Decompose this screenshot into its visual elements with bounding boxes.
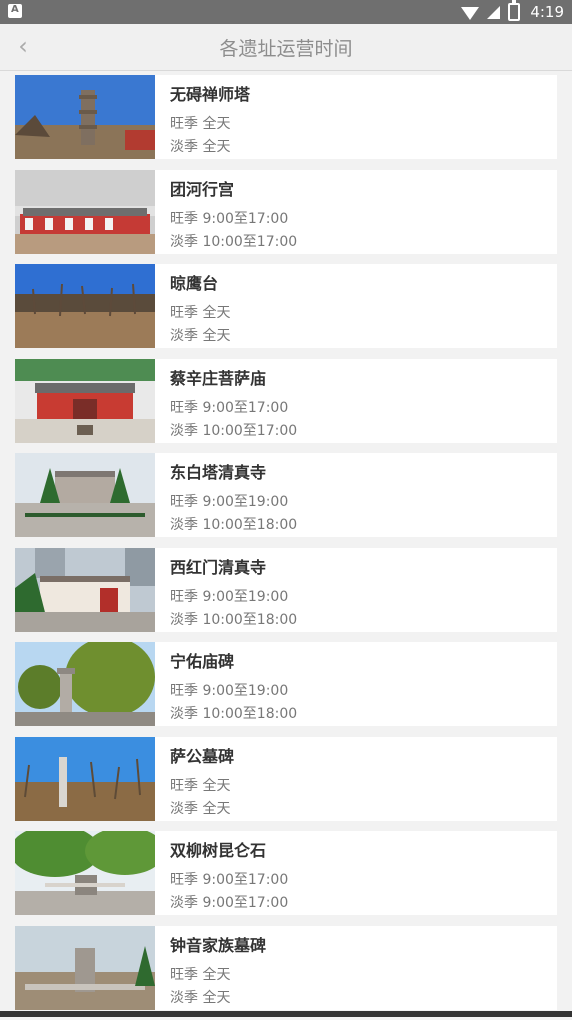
peak-hours: 旺季 9:00至19:00	[170, 588, 289, 605]
status-icons: 4:19	[461, 0, 564, 24]
site-photo	[15, 75, 155, 159]
site-name: 晾鹰台	[170, 274, 219, 293]
off-hours: 淡季 10:00至18:00	[170, 706, 298, 722]
site-name: 宁佑庙碑	[170, 652, 235, 671]
site-name: 双柳树昆仑石	[170, 841, 267, 860]
site-list: 无碍禅师塔 旺季 全天 淡季 全天 团河行宫 旺季 9:00至17:00 淡季 …	[15, 75, 557, 1020]
peak-hours: 旺季 9:00至19:00	[170, 494, 289, 510]
site-photo	[15, 642, 155, 726]
off-hours: 淡季 10:00至18:00	[170, 517, 298, 533]
status-bar: A 4:19	[0, 0, 572, 24]
site-name: 东白塔清真寺	[170, 463, 267, 482]
off-hours: 淡季 10:00至18:00	[170, 611, 298, 628]
site-card[interactable]: 钟音家族墓碑 旺季 全天 淡季 全天	[15, 925, 557, 1010]
site-card[interactable]: 团河行宫 旺季 9:00至17:00 淡季 10:00至17:00	[15, 169, 557, 254]
site-photo	[15, 264, 155, 348]
wifi-icon	[461, 7, 480, 20]
peak-hours: 旺季 9:00至17:00	[170, 399, 289, 416]
site-name: 钟音家族墓碑	[170, 935, 267, 955]
off-hours: 淡季 全天	[170, 328, 231, 344]
peak-hours: 旺季 全天	[170, 966, 231, 983]
site-photo	[15, 358, 155, 443]
title-bar: ‹ 各遗址运营时间	[0, 24, 572, 71]
site-card[interactable]: 晾鹰台 旺季 全天 淡季 全天	[15, 264, 557, 348]
off-hours: 淡季 全天	[170, 800, 231, 817]
site-card[interactable]: 东白塔清真寺 旺季 9:00至19:00 淡季 10:00至18:00	[15, 453, 557, 537]
site-card[interactable]: 宁佑庙碑 旺季 9:00至19:00 淡季 10:00至18:00	[15, 642, 557, 726]
bottom-edge	[0, 1011, 572, 1017]
site-card[interactable]: 无碍禅师塔 旺季 全天 淡季 全天	[15, 75, 557, 159]
off-hours: 淡季 10:00至17:00	[170, 233, 298, 250]
off-hours: 淡季 全天	[170, 989, 231, 1006]
off-hours: 淡季 10:00至17:00	[170, 422, 298, 439]
site-photo	[15, 169, 155, 254]
site-card[interactable]: 双柳树昆仑石 旺季 9:00至17:00 淡季 9:00至17:00	[15, 831, 557, 915]
battery-icon	[508, 0, 521, 21]
off-hours: 淡季 9:00至17:00	[170, 895, 289, 911]
peak-hours: 旺季 全天	[170, 777, 231, 794]
peak-hours: 旺季 全天	[170, 116, 231, 132]
site-card[interactable]: 蔡辛庄菩萨庙 旺季 9:00至17:00 淡季 10:00至17:00	[15, 358, 557, 443]
site-photo	[15, 831, 155, 915]
clock: 4:19	[530, 3, 564, 21]
site-photo	[15, 547, 155, 632]
site-name: 无碍禅师塔	[170, 85, 251, 104]
site-name: 西红门清真寺	[170, 557, 267, 577]
site-photo	[15, 453, 155, 537]
site-card[interactable]: 萨公墓碑 旺季 全天 淡季 全天	[15, 736, 557, 821]
peak-hours: 旺季 全天	[170, 305, 231, 321]
site-card[interactable]: 西红门清真寺 旺季 9:00至19:00 淡季 10:00至18:00	[15, 547, 557, 632]
signal-icon	[487, 5, 501, 19]
notification-icon: A	[8, 4, 22, 18]
site-name: 萨公墓碑	[170, 746, 235, 766]
site-name: 团河行宫	[170, 179, 235, 199]
off-hours: 淡季 全天	[170, 139, 231, 155]
site-photo	[15, 925, 155, 1010]
site-photo	[15, 736, 155, 821]
page-title: 各遗址运营时间	[219, 38, 353, 60]
peak-hours: 旺季 9:00至17:00	[170, 210, 289, 227]
site-name: 蔡辛庄菩萨庙	[170, 368, 267, 388]
peak-hours: 旺季 9:00至19:00	[170, 683, 289, 699]
peak-hours: 旺季 9:00至17:00	[170, 872, 289, 888]
